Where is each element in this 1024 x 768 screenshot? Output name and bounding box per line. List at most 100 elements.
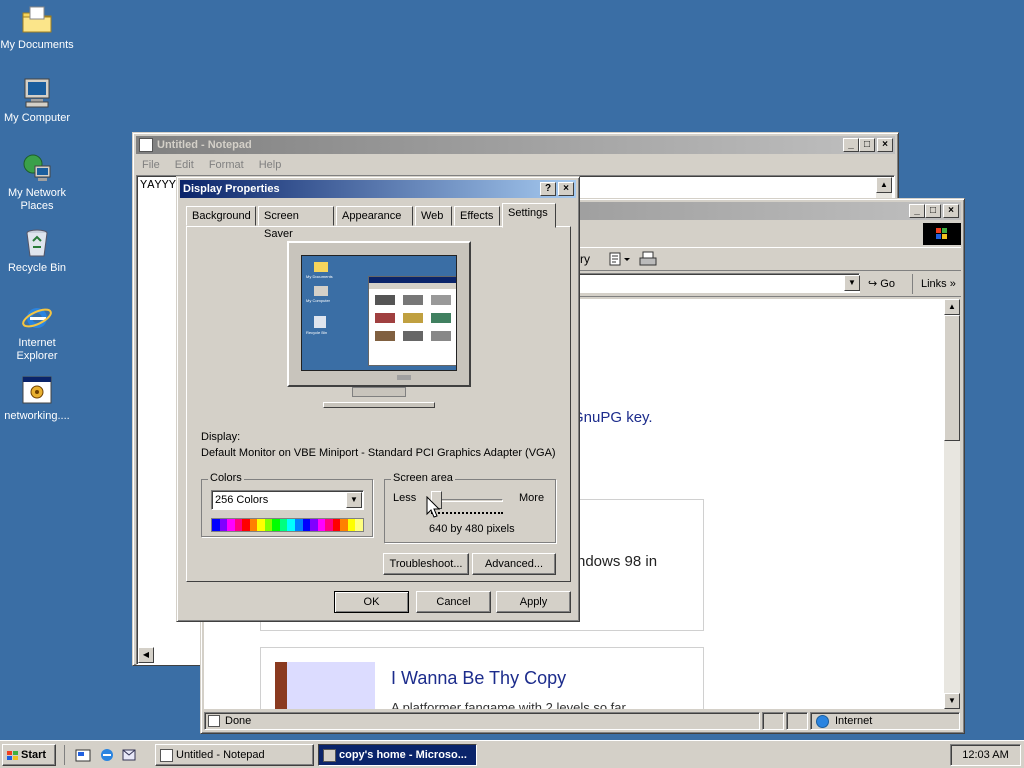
- go-label: Go: [880, 278, 895, 290]
- scroll-up-arrow-icon[interactable]: ▲: [876, 177, 892, 193]
- desktop-icon-internet-explorer[interactable]: Internet Explorer: [0, 302, 74, 363]
- palette-swatch: [272, 519, 280, 531]
- close-button[interactable]: ×: [877, 138, 893, 152]
- palette-swatch: [219, 519, 228, 531]
- browser-vscrollbar[interactable]: ▲ ▼: [944, 299, 960, 709]
- palette-swatch: [295, 519, 303, 531]
- folder-icon: [21, 4, 53, 36]
- clock[interactable]: 12:03 AM: [962, 749, 1008, 761]
- outlook-icon[interactable]: [121, 747, 137, 763]
- monitor-preview: My Documents My Computer Recycle Bin: [287, 241, 471, 387]
- print-icon[interactable]: [638, 250, 658, 268]
- content-card-2: I Wanna Be Thy Copy A platformer fangame…: [260, 647, 704, 709]
- maximize-button[interactable]: □: [925, 204, 941, 218]
- troubleshoot-button[interactable]: Troubleshoot...: [383, 553, 469, 575]
- tab-settings[interactable]: Settings: [502, 203, 556, 228]
- desktop-icon-label: My Network Places: [7, 187, 67, 212]
- scroll-down-arrow-icon[interactable]: ▼: [944, 693, 960, 709]
- desktop-icon-label: My Computer: [3, 112, 71, 124]
- colors-group: Colors 256 Colors ▼: [201, 472, 373, 537]
- start-button[interactable]: Start: [2, 744, 56, 766]
- preview-icon-label-3: Recycle Bin: [306, 330, 328, 335]
- show-desktop-icon[interactable]: [75, 747, 91, 763]
- desktop-icon-my-computer[interactable]: My Computer: [0, 77, 74, 125]
- status-text: Done: [225, 715, 252, 727]
- tab-background[interactable]: Background: [186, 206, 256, 226]
- chevron-down-icon[interactable]: ▼: [346, 492, 362, 508]
- desktop-icon-networking[interactable]: networking....: [0, 375, 74, 423]
- address-dropdown-arrow-icon[interactable]: ▼: [844, 275, 860, 291]
- minimize-button[interactable]: _: [843, 138, 859, 152]
- menu-edit[interactable]: Edit: [175, 159, 194, 171]
- notepad-titlebar[interactable]: Untitled - Notepad _ □ ×: [136, 136, 895, 154]
- help-button[interactable]: ?: [540, 182, 556, 196]
- display-adapter-value: Default Monitor on VBE Miniport - Standa…: [201, 447, 556, 459]
- dialog-close-button[interactable]: ×: [558, 182, 574, 196]
- tab-web[interactable]: Web: [415, 206, 452, 226]
- dialog-titlebar[interactable]: Display Properties ? ×: [180, 180, 576, 198]
- task-notepad-label: Untitled - Notepad: [176, 749, 265, 761]
- desktop-icon-recycle-bin[interactable]: Recycle Bin: [0, 227, 74, 275]
- ie-icon[interactable]: [99, 747, 115, 763]
- page-done-icon: [208, 715, 220, 727]
- preview-icon-label-1: My Documents: [306, 274, 333, 279]
- taskbar: Start Untitled - Notepad copy's home - M…: [0, 740, 1024, 768]
- tab-screen-saver[interactable]: Screen Saver: [258, 206, 334, 240]
- preview-icon-documents: [314, 262, 328, 272]
- minimize-button[interactable]: _: [909, 204, 925, 218]
- content-text-win98: ndows 98 in: [577, 553, 658, 570]
- toolbar-history-fragment[interactable]: ry: [580, 252, 590, 266]
- close-button[interactable]: ×: [943, 204, 959, 218]
- preview-window: [368, 276, 456, 366]
- desktop-icon-label: Internet Explorer: [16, 337, 58, 362]
- slider-ticks: [431, 512, 503, 515]
- palette-swatch: [332, 519, 341, 531]
- display-properties-dialog[interactable]: Display Properties ? × Background Screen…: [176, 176, 580, 622]
- status-zone-panel: Internet: [810, 712, 960, 730]
- go-arrow-icon: ↪: [868, 278, 878, 290]
- apply-button[interactable]: Apply: [496, 591, 571, 613]
- mouse-cursor-icon: [426, 495, 441, 518]
- windows-logo-icon: [923, 223, 961, 245]
- cancel-button[interactable]: Cancel: [416, 591, 491, 613]
- notepad-title: Untitled - Notepad: [157, 139, 252, 151]
- screen-area-group: Screen area Less More 640 by 480 pixels: [384, 472, 556, 543]
- scroll-up-arrow-icon[interactable]: ▲: [944, 299, 960, 315]
- card-thumbnail: [275, 662, 375, 709]
- task-browser-label: copy's home - Microso...: [339, 749, 467, 761]
- edit-icon[interactable]: [608, 250, 632, 268]
- palette-swatch: [347, 519, 356, 531]
- notepad-menubar: File Edit Format Help: [142, 157, 293, 173]
- card-description: A platformer fangame with 2 levels so fa…: [391, 700, 626, 709]
- palette-swatch: [355, 519, 363, 531]
- menu-help[interactable]: Help: [259, 159, 282, 171]
- links-button[interactable]: Links »: [912, 274, 960, 294]
- display-label: Display:: [201, 431, 241, 443]
- scroll-thumb[interactable]: [944, 315, 960, 441]
- menu-format[interactable]: Format: [209, 159, 244, 171]
- card-title[interactable]: I Wanna Be Thy Copy: [391, 668, 566, 689]
- colors-select[interactable]: 256 Colors ▼: [211, 490, 364, 510]
- palette-swatch: [257, 519, 265, 531]
- preview-icon-label-2: My Computer: [306, 298, 331, 303]
- scroll-left-arrow-icon[interactable]: ◀: [138, 647, 154, 663]
- ok-button[interactable]: OK: [334, 591, 409, 613]
- maximize-button[interactable]: □: [859, 138, 875, 152]
- desktop-icon-my-documents[interactable]: My Documents: [0, 4, 74, 52]
- palette-swatch: [340, 519, 348, 531]
- screen-area-label: Screen area: [391, 472, 455, 484]
- go-button[interactable]: ↪ Go: [868, 274, 906, 294]
- desktop-icon-label: Recycle Bin: [7, 262, 67, 274]
- status-text-panel: Done: [204, 712, 760, 730]
- monitor-neck: [352, 387, 406, 397]
- tab-appearance[interactable]: Appearance: [336, 206, 413, 226]
- task-notepad[interactable]: Untitled - Notepad: [155, 744, 314, 766]
- tab-effects[interactable]: Effects: [454, 206, 500, 226]
- desktop-icon-network-places[interactable]: My Network Places: [0, 152, 74, 213]
- colors-label: Colors: [208, 472, 244, 484]
- more-label: More: [519, 492, 545, 504]
- advanced-button[interactable]: Advanced...: [472, 553, 556, 575]
- task-browser[interactable]: copy's home - Microso...: [318, 744, 477, 766]
- menu-file[interactable]: File: [142, 159, 160, 171]
- palette-swatch: [317, 519, 326, 531]
